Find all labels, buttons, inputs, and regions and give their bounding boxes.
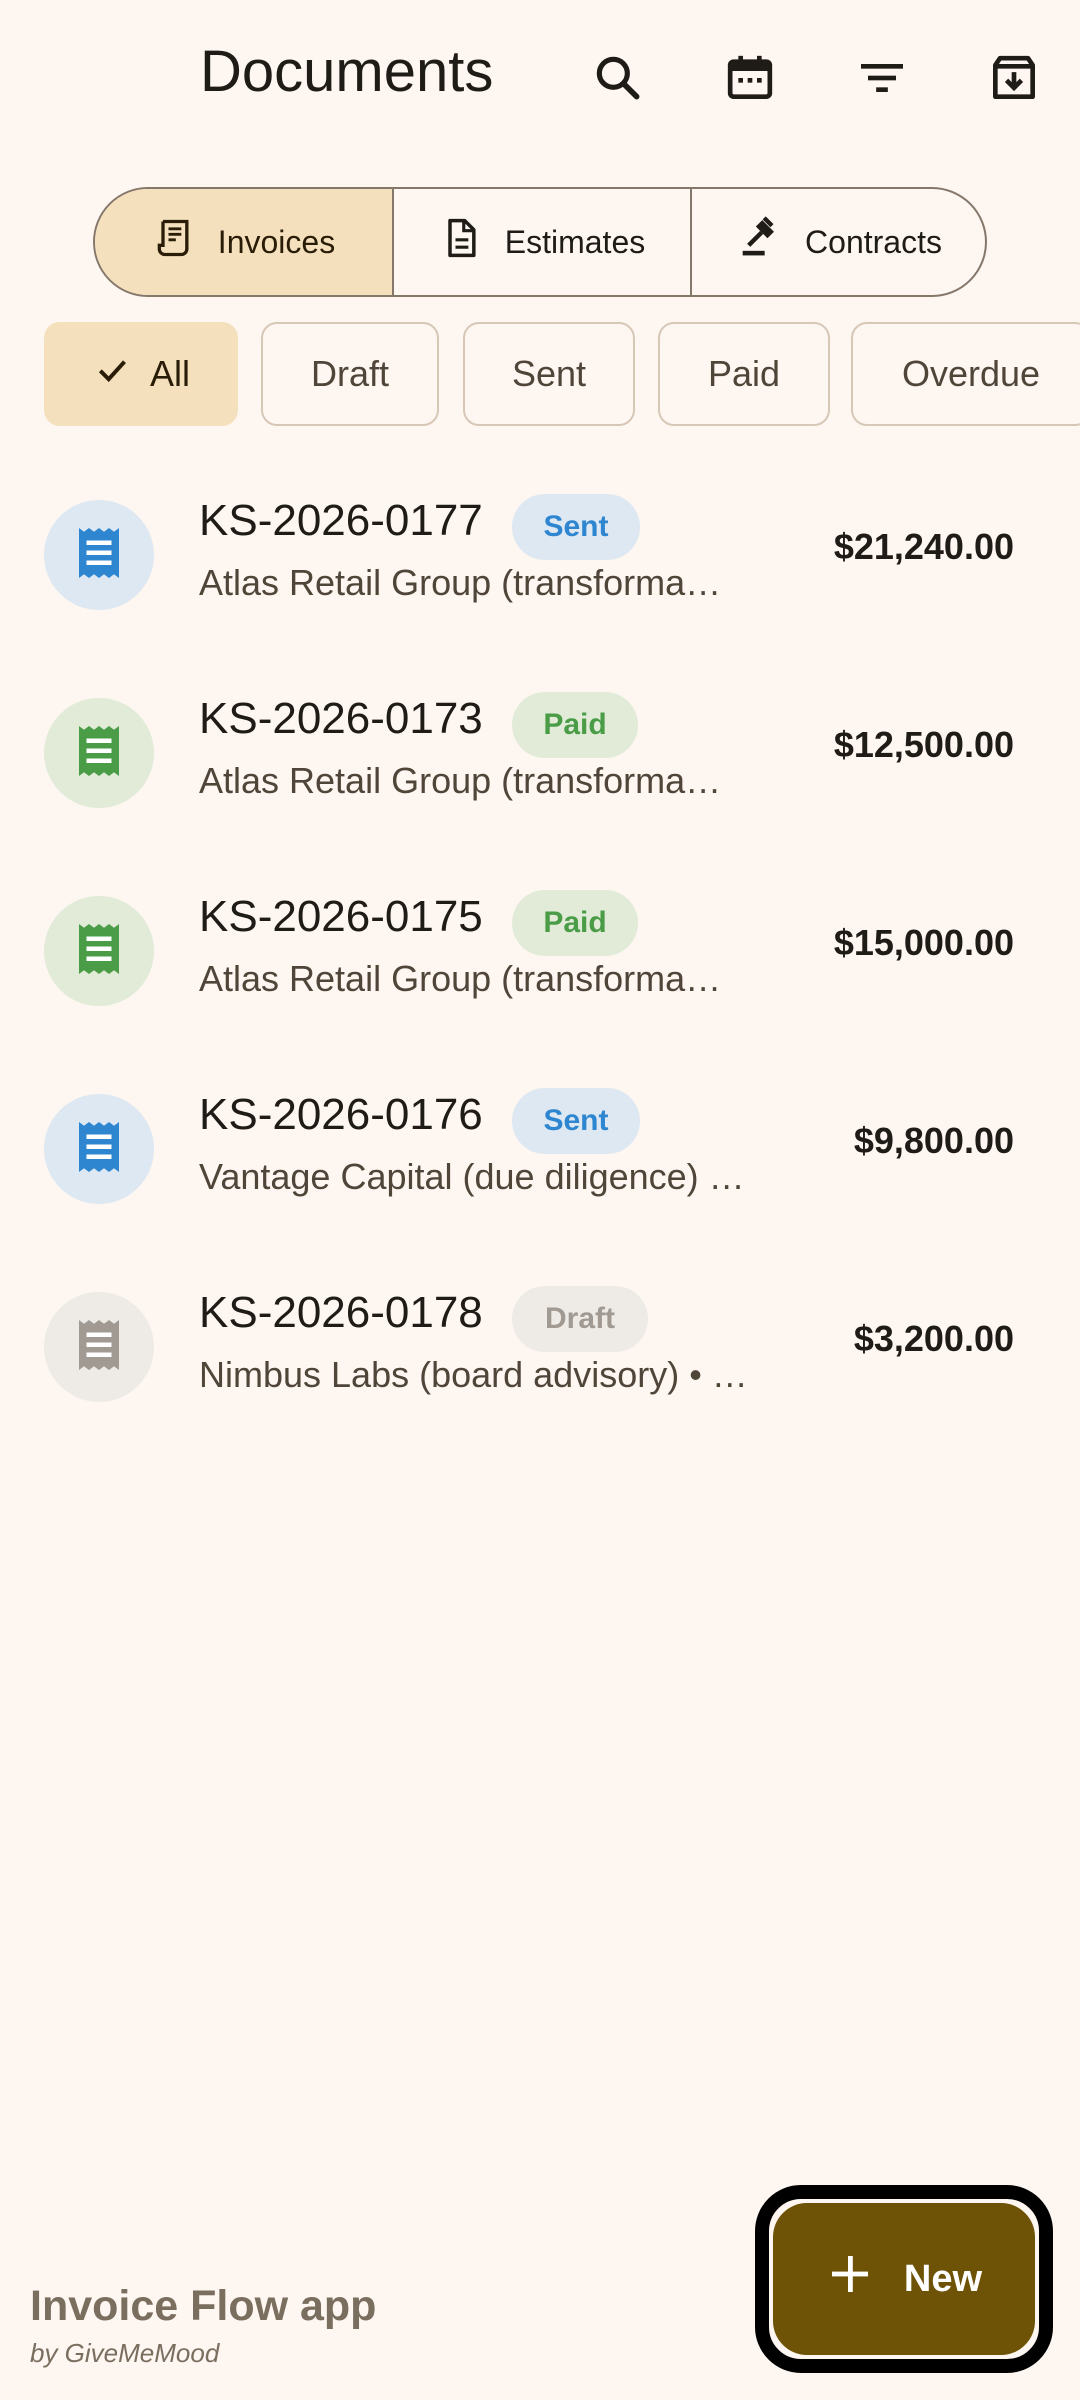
status-filter-chips: All Draft Sent Paid Overdue [44,322,1080,426]
chip-all[interactable]: All [44,322,238,426]
tab-estimates-label: Estimates [504,223,646,260]
calendar-icon[interactable] [708,36,792,120]
receipt-icon [69,523,129,588]
chip-draft[interactable]: Draft [261,322,439,426]
status-badge: Paid [512,890,638,956]
invoice-number: KS-2026-0177 [199,496,483,545]
search-icon[interactable] [576,36,660,120]
tab-contracts-label: Contracts [805,223,942,260]
invoice-row[interactable]: KS-2026-0176 Sent Vantage Capital (due d… [0,1042,1080,1240]
tab-invoices[interactable]: Invoices [95,189,392,295]
invoice-amount: $15,000.00 [833,922,1014,963]
invoice-amount: $9,800.00 [853,1120,1014,1161]
status-badge: Sent [512,1088,640,1154]
invoice-number: KS-2026-0176 [199,1090,483,1139]
check-icon [92,350,132,399]
archive-icon[interactable] [972,36,1056,120]
invoice-row[interactable]: KS-2026-0177 Sent Atlas Retail Group (tr… [0,448,1080,646]
invoice-client: Vantage Capital (due diligence) … [199,1156,745,1197]
invoice-client: Nimbus Labs (board advisory) • … [199,1354,748,1395]
app-brand-name: Invoice Flow app [30,2282,377,2330]
invoice-row[interactable]: KS-2026-0178 Draft Nimbus Labs (board ad… [0,1240,1080,1438]
invoice-avatar [44,1094,154,1204]
invoice-row[interactable]: KS-2026-0175 Paid Atlas Retail Group (tr… [0,844,1080,1042]
gavel-icon [739,216,783,268]
chip-overdue-label: Overdue [901,353,1041,394]
chip-paid[interactable]: Paid [658,322,830,426]
invoice-avatar [44,1292,154,1402]
invoice-number: KS-2026-0178 [199,1288,483,1337]
tab-estimates[interactable]: Estimates [392,189,690,295]
invoice-client: Atlas Retail Group (transforma… [199,562,722,603]
invoice-amount: $12,500.00 [833,724,1014,765]
plus-icon [826,2250,874,2308]
tab-invoices-label: Invoices [217,223,336,260]
invoice-avatar [44,698,154,808]
chip-draft-label: Draft [310,353,389,394]
receipt-icon [69,1315,129,1380]
receipt-icon [69,1117,129,1182]
chip-paid-label: Paid [707,353,781,394]
invoice-client: Atlas Retail Group (transforma… [199,958,722,999]
invoice-client: Atlas Retail Group (transforma… [199,760,722,801]
chip-sent[interactable]: Sent [463,322,635,426]
invoice-row[interactable]: KS-2026-0173 Paid Atlas Retail Group (tr… [0,646,1080,844]
filter-icon[interactable] [840,36,924,120]
document-type-tabs: Invoices Estimates Contracts [93,187,987,297]
document-icon [439,216,483,268]
page-title: Documents [200,39,494,104]
status-badge: Draft [512,1286,648,1352]
invoice-avatar [44,500,154,610]
status-badge: Paid [512,692,638,758]
chip-overdue[interactable]: Overdue [851,322,1080,426]
invoice-avatar [44,896,154,1006]
status-badge: Sent [512,494,640,560]
chip-sent-label: Sent [511,353,587,394]
receipt-icon [152,216,196,268]
receipt-icon [69,919,129,984]
invoice-amount: $21,240.00 [833,526,1014,567]
receipt-icon [69,721,129,786]
new-document-button[interactable]: New [773,2203,1035,2355]
invoice-number: KS-2026-0175 [199,892,483,941]
tab-contracts[interactable]: Contracts [690,189,985,295]
invoice-number: KS-2026-0173 [199,694,483,743]
invoice-amount: $3,200.00 [853,1318,1014,1359]
new-button-label: New [903,2257,983,2300]
chip-all-label: All [149,353,190,394]
app-brand-byline: by GiveMeMood [30,2338,220,2368]
top-app-bar: Documents [0,0,1080,160]
